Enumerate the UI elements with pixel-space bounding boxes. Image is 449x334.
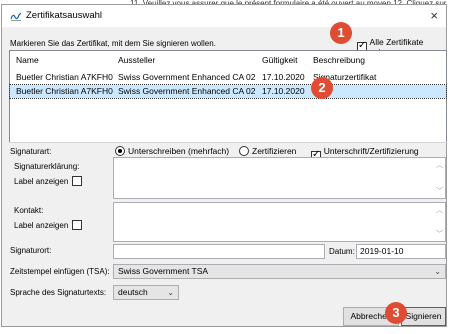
date-input[interactable]: 2019-01-10	[356, 244, 446, 259]
cell-validity: 17.10.2020	[262, 86, 305, 96]
certify-radio[interactable]	[239, 146, 249, 156]
scroll-down-icon[interactable]: ﹀	[436, 229, 443, 239]
language-label: Sprache des Signaturtexts:	[10, 288, 107, 297]
cell-description: Signaturzertifikat	[313, 72, 377, 82]
date-label: Datum:	[329, 247, 355, 256]
contact-textarea[interactable]: ︿ ﹀	[113, 202, 446, 242]
contact-show-label-checkbox[interactable]	[72, 220, 83, 230]
declaration-textarea[interactable]: ︿ ﹀	[113, 157, 446, 199]
close-icon[interactable]: ×	[430, 8, 438, 23]
language-select[interactable]: deutsch ⌄	[113, 285, 179, 300]
column-header-validity[interactable]: Gültigkeit	[262, 54, 310, 67]
column-header-description[interactable]: Beschreibung	[313, 54, 443, 67]
declaration-show-label-text: Label anzeigen	[14, 176, 69, 186]
tsa-selected-value: Swiss Government TSA	[118, 266, 209, 276]
cell-issuer: Swiss Government Enhanced CA 02	[118, 86, 256, 96]
signature-type-label: Signaturart:	[10, 147, 52, 156]
language-selected-value: deutsch	[118, 287, 148, 297]
cell-name: Buetler Christian A7KFH0	[16, 72, 113, 82]
annotation-badge-2: 2	[311, 77, 333, 99]
cell-validity: 17.10.2020	[262, 72, 305, 82]
dialog-title: Zertifikatsauswahl	[26, 10, 103, 21]
scroll-up-icon[interactable]: ︿	[436, 205, 443, 215]
signature-icon	[10, 12, 22, 21]
certificate-selection-dialog: Zertifikatsauswahl × Markieren Sie das Z…	[1, 4, 447, 327]
contact-label: Kontakt:	[14, 206, 44, 215]
tsa-select[interactable]: Swiss Government TSA ⌄	[113, 264, 446, 279]
chevron-down-icon: ⌄	[167, 288, 174, 297]
option-sign-multiple[interactable]: Unterschreiben (mehrfach)	[115, 146, 229, 156]
table-row[interactable]: Buetler Christian A7KFH0 Swiss Governmen…	[10, 71, 446, 84]
chevron-down-icon: ⌄	[434, 267, 441, 276]
certificate-table: Name Aussteller Gültigkeit Beschreibung …	[9, 50, 447, 143]
sign-button[interactable]: Signieren	[401, 307, 446, 326]
cell-issuer: Swiss Government Enhanced CA 02	[118, 72, 256, 82]
declaration-show-label-toggle[interactable]: Label anzeigen	[14, 176, 83, 186]
certify-radio-label: Zertifizieren	[252, 146, 297, 156]
scroll-up-icon[interactable]: ︿	[436, 160, 443, 170]
contact-show-label-text: Label anzeigen	[14, 220, 69, 230]
divider	[9, 142, 447, 143]
instruction-text: Markieren Sie das Zertifikat, mit dem Si…	[10, 39, 216, 48]
cell-name: Buetler Christian A7KFH0	[16, 86, 113, 96]
scroll-down-icon[interactable]: ﹀	[436, 186, 443, 196]
title-bar: Zertifikatsauswahl ×	[2, 5, 446, 27]
option-certify[interactable]: Zertifizieren	[239, 146, 296, 156]
sign-radio[interactable]	[115, 146, 125, 156]
column-header-issuer[interactable]: Aussteller	[118, 54, 258, 67]
location-input[interactable]	[113, 244, 325, 259]
column-header-name[interactable]: Name	[16, 54, 116, 67]
tsa-label: Zeitstempel einfügen (TSA):	[10, 267, 110, 276]
table-header: Name Aussteller Gültigkeit Beschreibung	[10, 54, 446, 67]
declaration-show-label-checkbox[interactable]	[72, 176, 83, 186]
sign-radio-label: Unterschreiben (mehrfach)	[128, 146, 230, 156]
annotation-badge-3: 3	[385, 302, 407, 324]
table-row-selected[interactable]: Buetler Christian A7KFH0 Swiss Governmen…	[9, 84, 447, 99]
declaration-label: Signaturerklärung:	[14, 162, 80, 171]
annotation-badge-1: 1	[330, 22, 352, 44]
contact-show-label-toggle[interactable]: Label anzeigen	[14, 220, 83, 230]
location-label: Signaturort:	[10, 246, 52, 255]
